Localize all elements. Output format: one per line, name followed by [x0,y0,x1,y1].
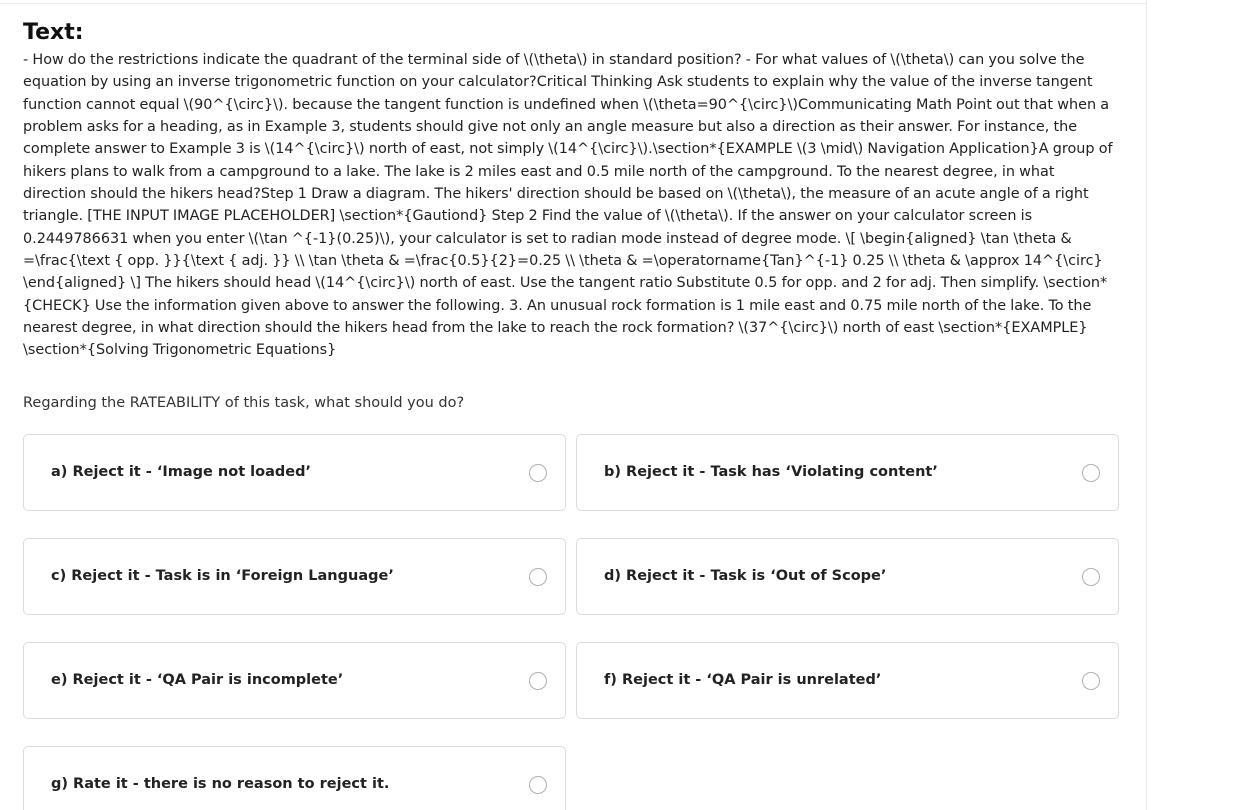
top-divider [0,3,1146,4]
option-label: d) Reject it - Task is ‘Out of Scope’ [604,568,887,584]
option-label: e) Reject it - ‘QA Pair is incomplete’ [51,672,344,688]
option-label: b) Reject it - Task has ‘Violating conte… [604,464,938,480]
task-text-section: Text: - How do the restrictions indicate… [23,18,1123,362]
option-label: a) Reject it - ‘Image not loaded’ [51,464,311,480]
radio-button[interactable] [1082,568,1100,586]
radio-button[interactable] [529,776,547,794]
option-g-rate-it[interactable]: g) Rate it - there is no reason to rejec… [23,746,566,810]
option-c-foreign-language[interactable]: c) Reject it - Task is in ‘Foreign Langu… [23,538,566,615]
radio-button[interactable] [1082,464,1100,482]
radio-button[interactable] [529,672,547,690]
option-label: g) Rate it - there is no reason to rejec… [51,776,390,792]
radio-button[interactable] [529,464,547,482]
option-label: f) Reject it - ‘QA Pair is unrelated’ [604,672,882,688]
rateability-question: Regarding the RATEABILITY of this task, … [23,395,465,411]
right-panel-divider [1146,0,1147,810]
radio-button[interactable] [1082,672,1100,690]
task-body-text: - How do the restrictions indicate the q… [23,52,1113,359]
option-e-qa-incomplete[interactable]: e) Reject it - ‘QA Pair is incomplete’ [23,642,566,719]
option-b-violating-content[interactable]: b) Reject it - Task has ‘Violating conte… [576,434,1119,511]
section-heading: Text: [23,20,84,45]
option-f-qa-unrelated[interactable]: f) Reject it - ‘QA Pair is unrelated’ [576,642,1119,719]
radio-button[interactable] [529,568,547,586]
option-d-out-of-scope[interactable]: d) Reject it - Task is ‘Out of Scope’ [576,538,1119,615]
option-a-image-not-loaded[interactable]: a) Reject it - ‘Image not loaded’ [23,434,566,511]
option-label: c) Reject it - Task is in ‘Foreign Langu… [51,568,394,584]
